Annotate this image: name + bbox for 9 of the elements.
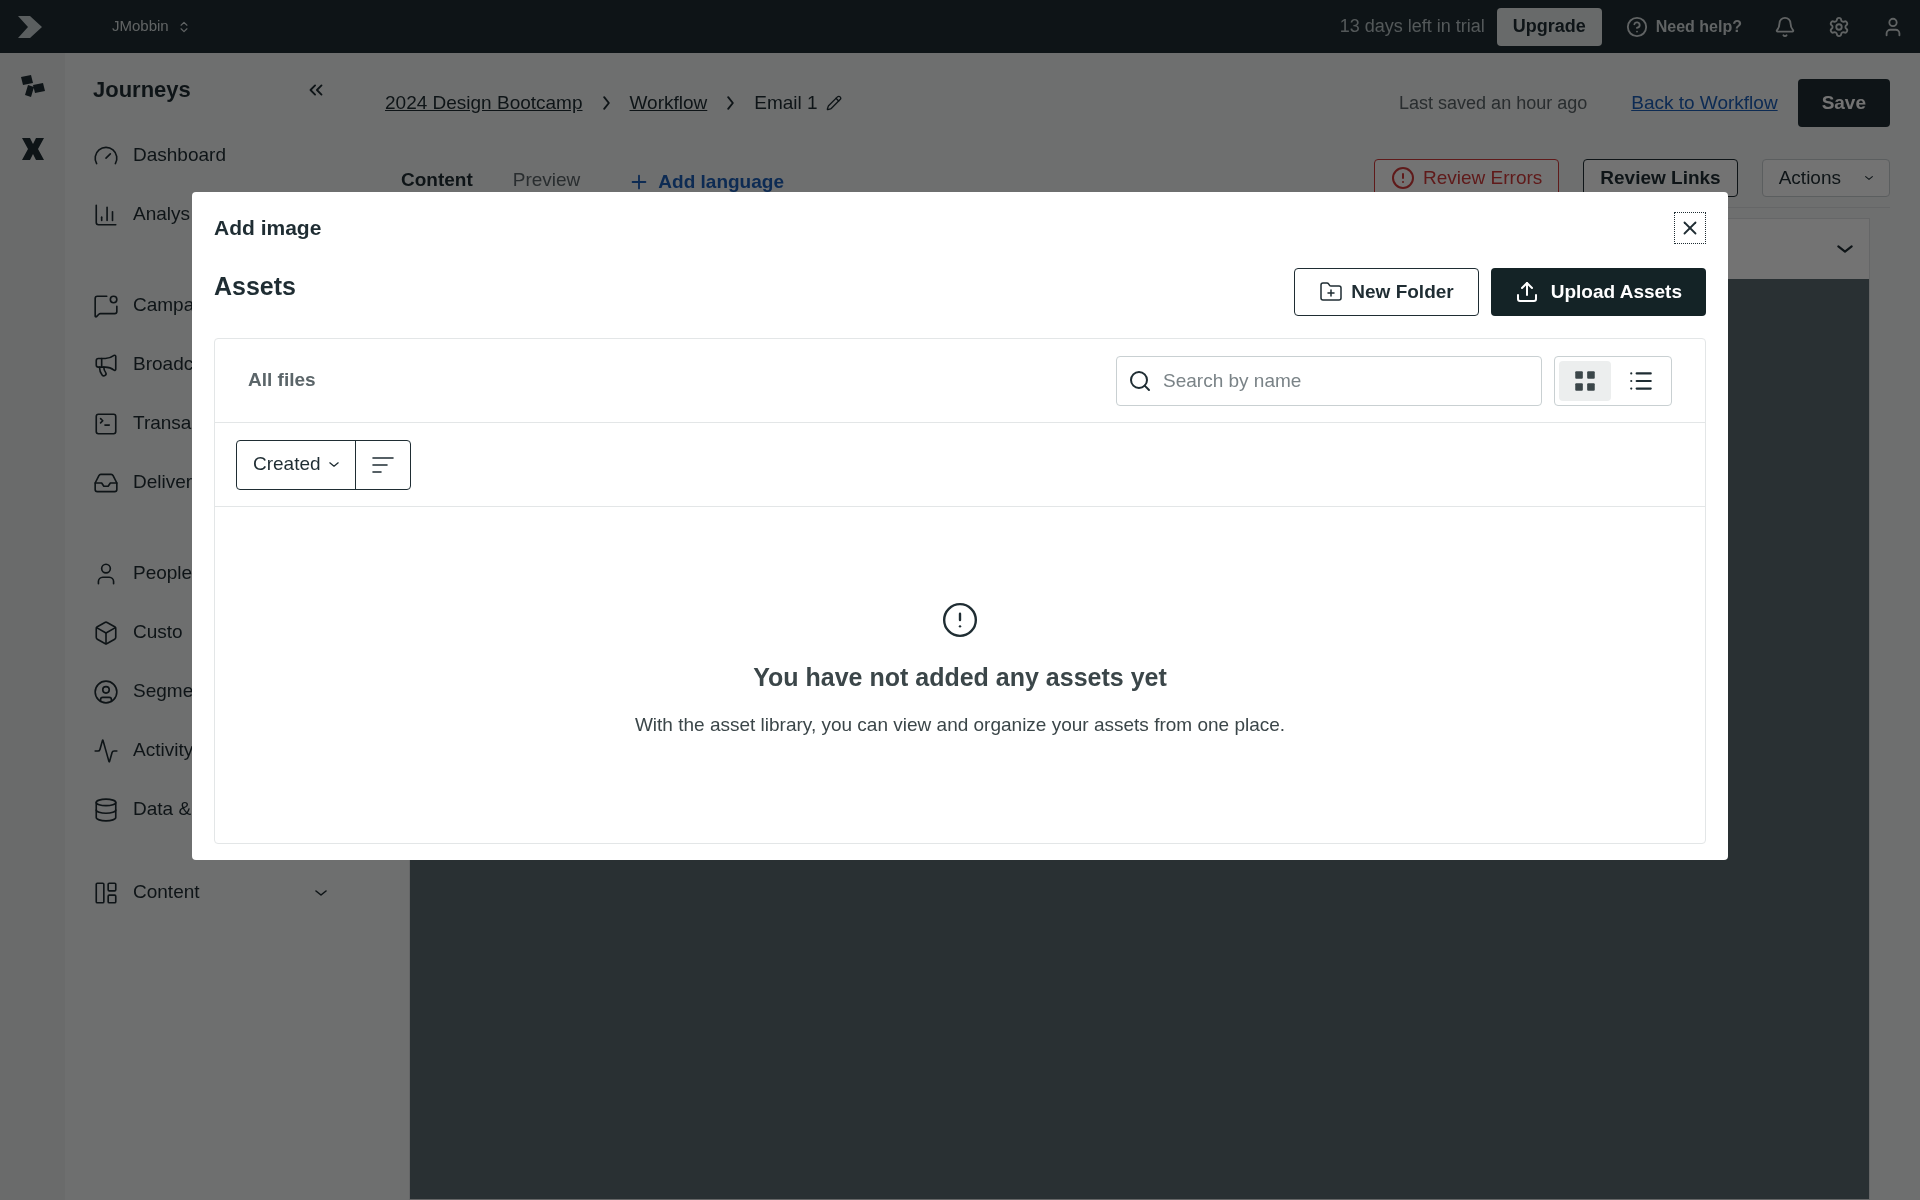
dialog-title: Add image	[214, 215, 322, 242]
assets-heading: Assets	[214, 271, 296, 302]
empty-state-title: You have not added any assets yet	[753, 662, 1167, 693]
sidebar-title: Journeys	[93, 76, 191, 104]
trial-text: 13 days left in trial	[1339, 15, 1485, 38]
empty-state-text: With the asset library, you can view and organize your assets from one place.	[634, 712, 1286, 737]
breadcrumb-current: Email 1	[754, 90, 818, 115]
last-saved-text: Last saved an hour ago	[1399, 91, 1588, 115]
section-label: All files	[248, 368, 316, 393]
